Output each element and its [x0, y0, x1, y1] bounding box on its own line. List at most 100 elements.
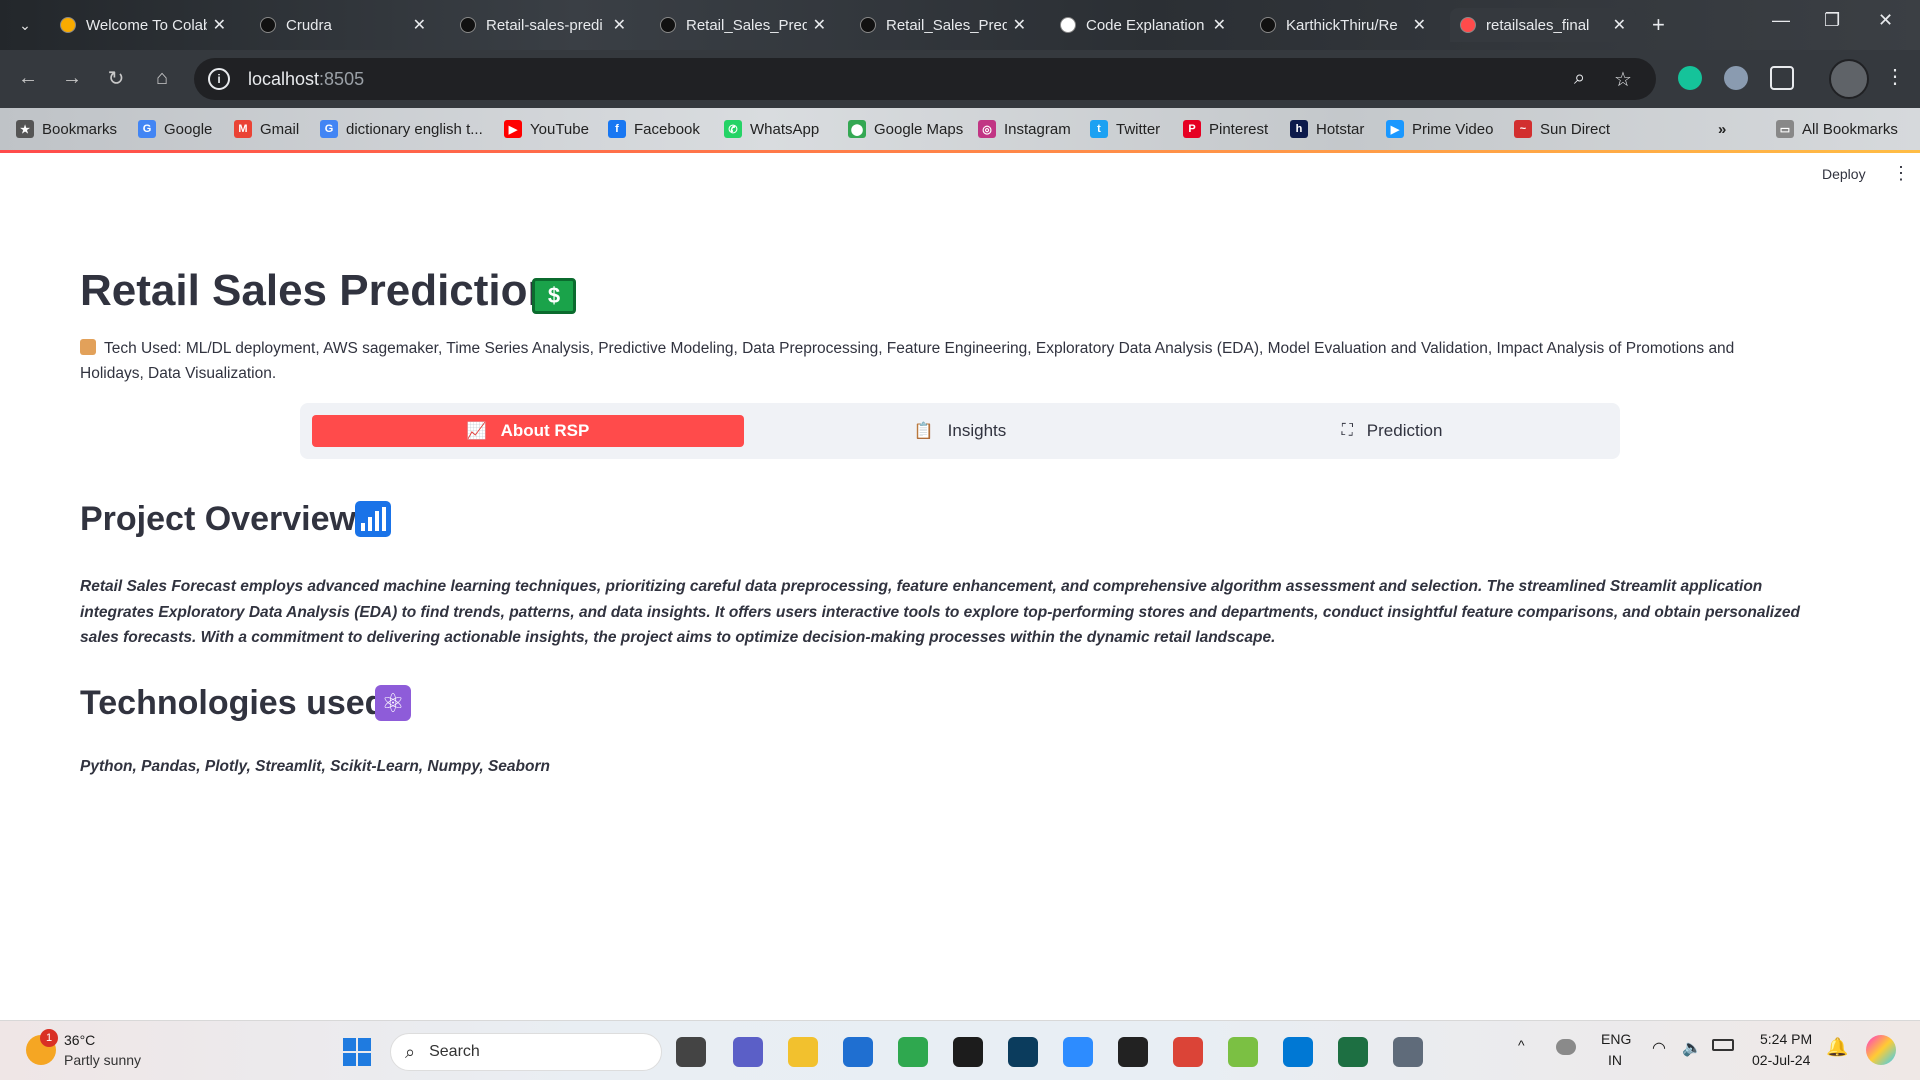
clock-time[interactable]: 5:24 PM — [1760, 1031, 1812, 1047]
tab-close-icon[interactable]: ✕ — [413, 15, 426, 35]
forward-arrow-icon[interactable]: → — [58, 64, 86, 92]
bookmark-item[interactable]: Gdictionary english t... — [320, 118, 483, 140]
close-window-button[interactable]: ✕ — [1878, 10, 1893, 31]
files-app-icon[interactable] — [676, 1037, 706, 1067]
tab-close-icon[interactable]: ✕ — [613, 15, 626, 35]
chrome-app-icon[interactable] — [1173, 1037, 1203, 1067]
tab-search-chevron-icon[interactable]: ⌄ — [12, 12, 38, 38]
bookmark-item[interactable]: M Gmail — [234, 118, 299, 140]
excel-app-icon[interactable] — [1338, 1037, 1368, 1067]
settings-app-icon[interactable] — [1393, 1037, 1423, 1067]
notification-bell-icon[interactable]: 🔔 — [1826, 1037, 1848, 1058]
spinner-app-icon[interactable] — [1228, 1037, 1258, 1067]
google-icon: G — [320, 120, 338, 138]
weather-description[interactable]: Partly sunny — [64, 1052, 141, 1068]
battery-icon[interactable] — [1712, 1039, 1734, 1051]
tab-close-icon[interactable]: ✕ — [213, 15, 226, 35]
site-info-icon[interactable]: i — [208, 68, 230, 90]
menu-item-prediction[interactable]: ⛶ Prediction — [1176, 415, 1608, 447]
bookmark-label: Instagram — [1004, 120, 1071, 138]
technologist-icon — [80, 339, 96, 355]
windows-start-icon[interactable] — [343, 1038, 371, 1066]
main-menu-icon[interactable]: ⋮ — [1892, 163, 1910, 184]
bookmark-item[interactable]: ~ Sun Direct — [1514, 118, 1610, 140]
browser-tab[interactable]: Retail_Sales_Pred ✕ — [850, 8, 1036, 42]
taskbar-search[interactable]: ⌕ Search — [390, 1033, 662, 1071]
bookmark-item[interactable]: ⬤ Google Maps — [848, 118, 963, 140]
browser-tab[interactable]: Retail-sales-predi ✕ — [450, 8, 636, 42]
menu-item-about-rsp[interactable]: 📈 About RSP — [312, 415, 744, 447]
browser-tab[interactable]: Crudra ✕ — [250, 8, 436, 42]
profile-avatar[interactable] — [1829, 59, 1869, 99]
menu-item-label: Insights — [947, 421, 1007, 440]
browser-tab[interactable]: Welcome To Colab ✕ — [50, 8, 236, 42]
file-explorer-app-icon[interactable] — [788, 1037, 818, 1067]
overview-text: Retail Sales Forecast employs advanced m… — [80, 578, 1800, 646]
bookmark-item[interactable]: ✆ WhatsApp — [724, 118, 819, 140]
clock-date[interactable]: 02-Jul-24 — [1752, 1052, 1810, 1068]
tab-close-icon[interactable]: ✕ — [1613, 15, 1626, 35]
weather-temperature[interactable]: 36°C — [64, 1032, 95, 1048]
bookmark-item[interactable]: t Twitter — [1090, 118, 1160, 140]
browser-tab[interactable]: retailsales_final ✕ — [1450, 8, 1636, 42]
weather-badge: 1 — [40, 1029, 58, 1047]
bookmark-star-icon[interactable]: ☆ — [1614, 67, 1632, 92]
menu-item-insights[interactable]: 📋 Insights — [744, 415, 1176, 447]
browser-menu-icon[interactable]: ⋮ — [1885, 64, 1905, 89]
twitter-icon: t — [1090, 120, 1108, 138]
more-bookmarks-chevron-icon[interactable]: » — [1718, 118, 1726, 140]
onedrive-icon[interactable] — [1556, 1039, 1576, 1055]
all-bookmarks-folder[interactable]: ▭ All Bookmarks — [1776, 118, 1898, 140]
refresh-app-icon[interactable] — [898, 1037, 928, 1067]
tab-close-icon[interactable]: ✕ — [1013, 15, 1026, 35]
bookmark-item[interactable]: f Facebook — [608, 118, 700, 140]
teams-app-icon[interactable] — [733, 1037, 763, 1067]
minimize-button[interactable]: — — [1772, 10, 1790, 31]
browser-tab[interactable]: Retail_Sales_Pred ✕ — [650, 8, 836, 42]
bookmark-item[interactable]: G Google — [138, 118, 212, 140]
volume-icon[interactable]: 🔈 — [1682, 1038, 1702, 1058]
zoom-icon[interactable]: ⌕ — [1574, 67, 1585, 90]
tray-overflow-chevron-icon[interactable]: ^ — [1518, 1037, 1525, 1053]
bookmark-item[interactable]: ★ Bookmarks — [16, 118, 117, 140]
home-icon[interactable]: ⌂ — [148, 64, 176, 92]
vscode-app-icon[interactable] — [1283, 1037, 1313, 1067]
browser-tab[interactable]: Code Explanation ✕ — [1050, 8, 1236, 42]
store-app-icon[interactable] — [843, 1037, 873, 1067]
back-arrow-icon[interactable]: ← — [14, 64, 42, 92]
instagram-icon: ◎ — [978, 120, 996, 138]
github-icon — [260, 17, 276, 33]
language-bottom[interactable]: IN — [1608, 1052, 1622, 1068]
bookmarks-bar: ★ Bookmarks G Google M Gmail Gdictionary engli… — [0, 108, 1920, 150]
tab-label: Retail_Sales_Pred — [886, 16, 1007, 34]
bookmark-item[interactable]: P Pinterest — [1183, 118, 1268, 140]
money-icon: $ — [532, 278, 576, 314]
bookmark-item[interactable]: ▶ Prime Video — [1386, 118, 1493, 140]
grammarly-icon[interactable] — [1678, 66, 1702, 90]
bookmark-label: Sun Direct — [1540, 120, 1611, 138]
dropbox-app-icon[interactable] — [953, 1037, 983, 1067]
extensions-puzzle-icon[interactable] — [1770, 66, 1794, 90]
bookmark-item[interactable]: ◎ Instagram — [978, 118, 1071, 140]
tab-close-icon[interactable]: ✕ — [1213, 15, 1226, 35]
reload-icon[interactable]: ↻ — [102, 64, 130, 92]
shield-extension-icon[interactable] — [1724, 66, 1748, 90]
new-tab-button[interactable]: + — [1652, 12, 1665, 38]
zoom-app-icon[interactable] — [1063, 1037, 1093, 1067]
browser-tab[interactable]: KarthickThiru/Re ✕ — [1250, 8, 1436, 42]
bookmark-item[interactable]: h Hotstar — [1290, 118, 1364, 140]
remote-app-icon[interactable] — [1008, 1037, 1038, 1067]
bookmark-item[interactable]: ▶ YouTube — [504, 118, 589, 140]
wifi-icon[interactable]: ◠ — [1652, 1038, 1666, 1058]
restore-button[interactable]: ❐ — [1824, 10, 1840, 31]
url-host: localhost — [248, 68, 320, 89]
github-icon — [460, 17, 476, 33]
address-bar[interactable]: i localhost:8505 ⌕ ☆ — [194, 58, 1656, 100]
deploy-button[interactable]: Deploy — [1822, 166, 1866, 182]
tab-close-icon[interactable]: ✕ — [1413, 15, 1426, 35]
copilot-icon[interactable] — [1866, 1035, 1896, 1065]
maps-icon: ⬤ — [848, 120, 866, 138]
whatsapp-app-icon[interactable] — [1118, 1037, 1148, 1067]
tab-close-icon[interactable]: ✕ — [813, 15, 826, 35]
language-top[interactable]: ENG — [1601, 1031, 1631, 1047]
